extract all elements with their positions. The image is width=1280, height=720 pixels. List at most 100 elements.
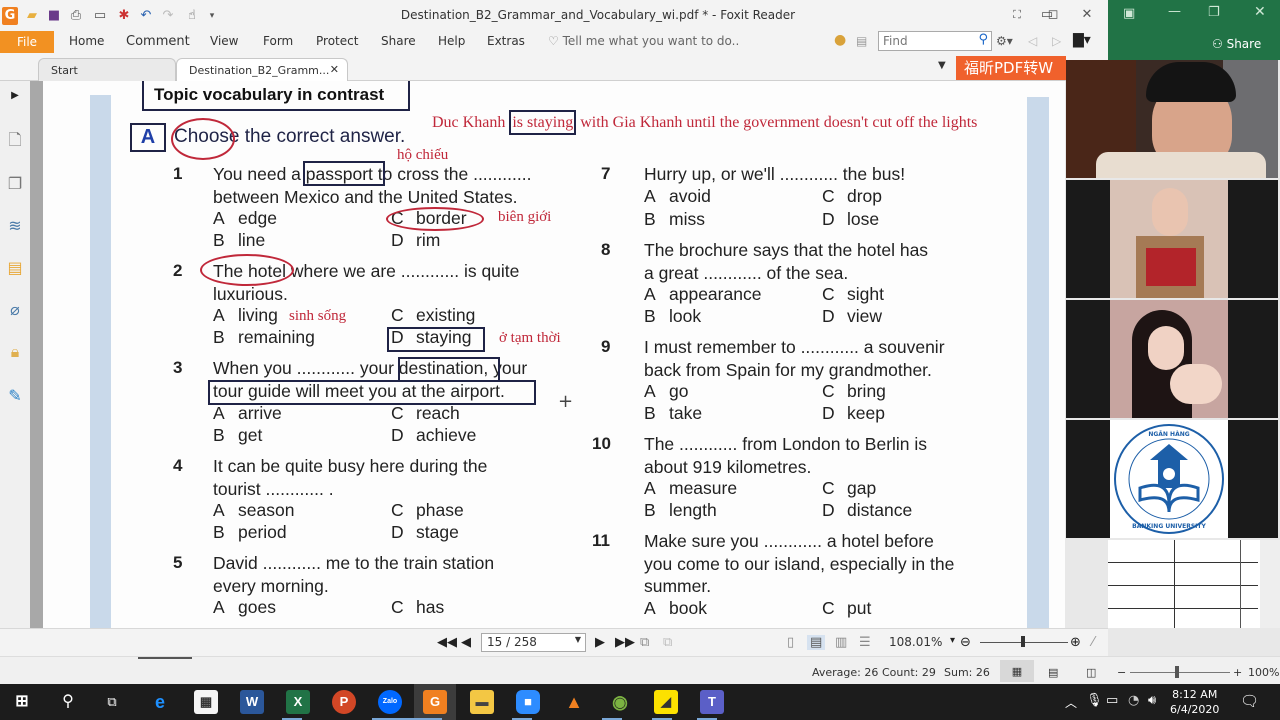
search-icon[interactable]: ⚲: [978, 32, 988, 47]
find-input[interactable]: Find ⚲: [878, 31, 992, 51]
excel-restore-icon[interactable]: ❐: [1208, 5, 1220, 20]
option-text: has: [416, 597, 445, 617]
facing-pages-icon[interactable]: ▥: [835, 635, 847, 650]
expand-panel-icon[interactable]: ▶: [4, 85, 26, 107]
fullscreen-icon[interactable]: ⛶: [1006, 5, 1028, 25]
foxit-cloud-icon[interactable]: ●: [834, 32, 846, 48]
video-tile-4-logo[interactable]: NGÂN HÀNG BANKING UNIVERSITY: [1066, 420, 1278, 538]
resize-grip-icon[interactable]: ⁄: [1092, 635, 1094, 650]
attachments-paperclip-icon[interactable]: ⌀: [4, 299, 26, 321]
option-b: Bline: [213, 230, 266, 250]
excel-close-icon[interactable]: ✕: [1254, 4, 1266, 20]
wifi-icon[interactable]: ◔: [1128, 693, 1139, 708]
security-lock-icon[interactable]: 🔒︎: [4, 341, 26, 363]
powerpoint-icon[interactable]: P: [332, 690, 356, 714]
excel-minimize-icon[interactable]: —: [1168, 4, 1181, 19]
tab-start[interactable]: Start: [38, 58, 176, 81]
microsoft-store-icon[interactable]: ▦: [194, 690, 218, 714]
menu-protect[interactable]: Protect: [316, 34, 358, 48]
continuous-page-icon[interactable]: ▤: [807, 635, 826, 650]
file-explorer-icon[interactable]: ▬: [470, 690, 494, 714]
find-doc-icon[interactable]: ▤: [856, 34, 867, 48]
search-icon[interactable]: ⚲: [56, 690, 80, 714]
zoom-slider-thumb[interactable]: [1021, 636, 1025, 647]
volume-icon[interactable]: 🔊︎: [1148, 693, 1156, 708]
menu-extras[interactable]: Extras: [487, 34, 525, 48]
menu-comment[interactable]: Comment: [126, 34, 190, 49]
close-window-button[interactable]: ✕: [1076, 5, 1098, 25]
zalo-icon[interactable]: Zalo: [378, 690, 402, 714]
file-menu-button[interactable]: File: [0, 31, 54, 53]
zoom-out-icon[interactable]: ⊖: [960, 635, 971, 650]
excel-icon[interactable]: X: [286, 690, 310, 714]
sticky-notes-icon[interactable]: ◢: [654, 690, 678, 714]
bookmarks-icon[interactable]: 🗋: [4, 129, 26, 151]
comments-icon[interactable]: ▤: [4, 257, 26, 279]
excel-share-button[interactable]: ⚇ Share: [1212, 37, 1261, 51]
task-view-icon[interactable]: ⧉: [100, 690, 124, 714]
page-thumbnails-icon[interactable]: ❐: [4, 173, 26, 195]
grid-line: [1174, 540, 1175, 628]
zoom-dropdown-icon[interactable]: ▾: [950, 635, 955, 646]
restore-button[interactable]: ◻: [1042, 5, 1064, 25]
battery-icon[interactable]: ▭: [1106, 693, 1118, 708]
word-icon[interactable]: W: [240, 690, 264, 714]
pdf-to-word-promo-banner[interactable]: 福昕PDF转W: [956, 56, 1066, 80]
teams-icon[interactable]: T: [700, 690, 724, 714]
page-break-view-icon[interactable]: ◫: [1086, 666, 1096, 679]
tab-destination-pdf[interactable]: Destination_B2_Gramm... ✕: [176, 58, 348, 81]
user-account-icon[interactable]: ▇▾: [1073, 32, 1091, 48]
edge-browser-icon[interactable]: e: [148, 690, 172, 714]
next-result-icon[interactable]: ▷: [1052, 34, 1061, 48]
single-page-icon[interactable]: ▯: [787, 635, 794, 650]
excel-zoom-slider[interactable]: [1130, 672, 1230, 673]
page-number-input[interactable]: 15 / 258 ▼: [481, 633, 586, 652]
excel-zoom-thumb[interactable]: [1175, 666, 1179, 678]
option-text: achieve: [416, 425, 477, 445]
menu-view[interactable]: View: [210, 34, 238, 48]
menu-form[interactable]: Form: [263, 34, 293, 48]
previous-result-icon[interactable]: ◁: [1028, 34, 1037, 48]
ribbon-display-icon[interactable]: ▣: [1123, 6, 1135, 21]
excel-zoom-level[interactable]: 100%: [1248, 666, 1279, 679]
microphone-icon[interactable]: 🎙︎: [1086, 693, 1103, 708]
last-page-icon[interactable]: ▶▶: [615, 635, 635, 650]
next-page-icon[interactable]: ▶: [595, 635, 605, 650]
previous-page-icon[interactable]: ◀: [461, 635, 471, 650]
panel-splitter[interactable]: [30, 81, 43, 628]
previous-view-icon[interactable]: ⧉: [640, 635, 649, 650]
first-page-icon[interactable]: ◀◀: [437, 635, 457, 650]
menu-share[interactable]: Share: [381, 34, 416, 48]
foxit-reader-icon[interactable]: G: [423, 690, 447, 714]
excel-zoom-in-icon[interactable]: +: [1233, 666, 1242, 679]
windows-start-icon[interactable]: ⊞: [10, 690, 34, 714]
green-app-icon[interactable]: ◉: [608, 690, 632, 714]
video-tile-3[interactable]: [1066, 300, 1278, 418]
video-tile-1[interactable]: [1066, 60, 1278, 178]
action-center-notifications-icon[interactable]: 🗨︎: [1240, 692, 1259, 710]
chevron-down-icon[interactable]: ▼: [575, 635, 581, 644]
zoom-app-icon[interactable]: ■: [516, 690, 540, 714]
settings-gear-icon[interactable]: ⚙▾: [996, 34, 1013, 48]
zoom-level-value[interactable]: 108.01%: [889, 635, 942, 649]
system-clock[interactable]: 8:12 AM 6/4/2020: [1170, 687, 1219, 717]
continuous-facing-icon[interactable]: ☰: [859, 635, 871, 650]
menu-home[interactable]: Home: [69, 34, 104, 48]
menu-help[interactable]: Help: [438, 34, 465, 48]
layers-icon[interactable]: ≋: [4, 215, 26, 237]
next-view-icon[interactable]: ⧉: [663, 635, 672, 650]
vertical-scrollbar[interactable]: [1260, 540, 1280, 628]
close-tab-icon[interactable]: ✕: [330, 63, 339, 76]
excel-zoom-out-icon[interactable]: −: [1117, 666, 1126, 679]
option-text: get: [238, 425, 263, 445]
tell-me-search[interactable]: ♡ Tell me what you want to do..: [548, 34, 739, 48]
vlc-icon[interactable]: ▲: [562, 690, 586, 714]
excel-cell-grid[interactable]: [1108, 540, 1280, 628]
tab-list-dropdown-icon[interactable]: ▼: [938, 60, 946, 71]
show-hidden-icons-chevron[interactable]: ︿: [1065, 694, 1077, 711]
normal-view-icon[interactable]: ▦: [1000, 660, 1034, 682]
page-layout-view-icon[interactable]: ▤: [1048, 666, 1058, 679]
video-tile-2[interactable]: [1066, 180, 1278, 298]
zoom-in-icon[interactable]: ⊕: [1070, 635, 1081, 650]
signatures-icon[interactable]: ✎: [4, 385, 26, 407]
